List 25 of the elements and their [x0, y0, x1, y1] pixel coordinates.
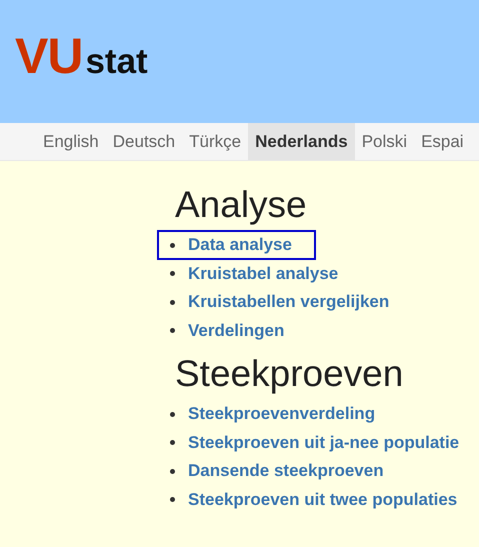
logo[interactable]: VUstat — [15, 27, 148, 85]
menu-link[interactable]: Steekproeven uit twee populaties — [186, 484, 479, 515]
bullet-icon — [170, 328, 175, 334]
menu-link[interactable]: Steekproevenverdeling — [186, 399, 400, 430]
section-heading: Steekproeven — [175, 352, 404, 396]
menu-link[interactable]: Data analyse — [157, 230, 316, 260]
bullet-icon — [170, 468, 175, 474]
menu-link[interactable]: Kruistabel analyse — [186, 258, 362, 289]
language-tab[interactable]: Nederlands — [248, 123, 355, 160]
bullet-icon — [170, 440, 175, 446]
menu-link[interactable]: Dansende steekproeven — [186, 456, 408, 486]
menu-link[interactable]: Verdelingen — [186, 316, 308, 346]
language-tab[interactable]: Espai — [414, 123, 471, 160]
bullet-icon — [170, 271, 175, 276]
bullet-icon — [170, 412, 175, 417]
menu-link[interactable]: Kruistabellen vergelijken — [186, 287, 414, 318]
language-tab[interactable]: Deutsch — [106, 123, 182, 160]
bullet-icon — [170, 300, 175, 305]
language-tab[interactable]: Polski — [354, 123, 414, 160]
section-heading: Analyse — [175, 183, 308, 227]
language-tab[interactable]: English — [36, 123, 106, 160]
language-tab[interactable]: Türkçe — [182, 123, 248, 160]
bullet-icon — [170, 497, 175, 502]
bullet-icon — [170, 242, 175, 248]
menu-link[interactable]: Steekproeven uit ja-nee populatie — [186, 428, 479, 458]
